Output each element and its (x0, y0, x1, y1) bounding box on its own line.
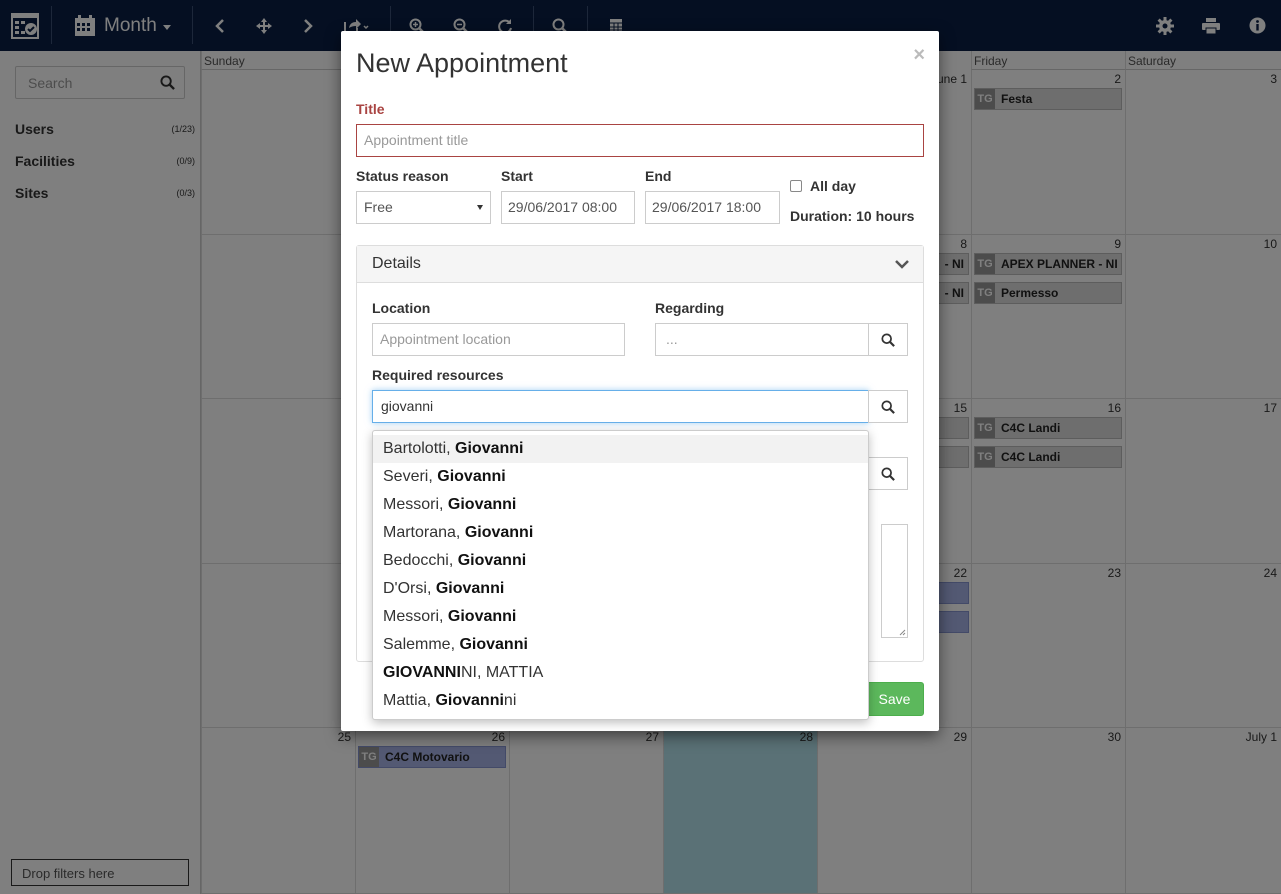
regarding-placeholder: ... (666, 331, 678, 347)
title-placeholder: Appointment title (364, 132, 469, 148)
autocomplete-option[interactable]: Severi, Giovanni (373, 463, 868, 491)
option-prefix: D'Orsi, (383, 580, 436, 597)
all-day-checkbox[interactable] (790, 180, 802, 192)
search-icon (881, 399, 895, 414)
search-icon (881, 466, 895, 481)
all-day-label: All day (810, 178, 856, 194)
option-match: Giovanni (435, 692, 504, 709)
search-icon (881, 332, 895, 347)
option-suffix: ni (503, 692, 517, 709)
duration-text: Duration: 10 hours (790, 208, 915, 224)
option-prefix: Martorana, (383, 524, 465, 541)
option-match: Giovanni (457, 552, 527, 569)
save-button[interactable]: Save (865, 682, 924, 716)
end-label: End (645, 168, 672, 184)
autocomplete-option[interactable]: Bartolotti, Giovanni (373, 435, 868, 463)
option-prefix: Messori, (383, 496, 448, 513)
option-match: Giovanni (464, 524, 534, 541)
option-match: GIOVANNI (383, 664, 461, 681)
optional-resources-search-button[interactable] (868, 457, 908, 490)
resources-search-button[interactable] (868, 390, 908, 423)
autocomplete-option[interactable]: Salemme, Giovanni (373, 631, 868, 659)
title-label: Title (356, 101, 385, 117)
title-input[interactable]: Appointment title (356, 124, 924, 157)
autocomplete-option[interactable]: Bedocchi, Giovanni (373, 547, 868, 575)
end-value: 29/06/2017 18:00 (652, 199, 761, 215)
option-match: Giovanni (447, 496, 517, 513)
autocomplete-option[interactable]: Martorana, Giovanni (373, 519, 868, 547)
required-resources-input[interactable]: giovanni (372, 390, 869, 423)
autocomplete-option[interactable]: Messori, Giovanni (373, 491, 868, 519)
dialog-title: New Appointment (356, 48, 568, 78)
option-match: Giovanni (459, 636, 528, 653)
option-suffix: NI, MATTIA (460, 664, 544, 681)
option-match: Giovanni (447, 608, 517, 625)
option-match: Giovanni (435, 580, 505, 597)
option-prefix: Bedocchi, (383, 552, 458, 569)
autocomplete-option[interactable]: GIOVANNINI, MATTIA (373, 659, 868, 687)
required-resources-label: Required resources (372, 367, 504, 383)
option-prefix: Messori, (383, 608, 448, 625)
resources-value: giovanni (381, 398, 434, 414)
chevron-down-icon[interactable] (895, 256, 909, 272)
option-match: Giovanni (437, 468, 506, 485)
option-match: Giovanni (455, 440, 524, 457)
autocomplete-option[interactable]: Mattia, Giovannini (373, 687, 868, 715)
regarding-search-button[interactable] (868, 323, 908, 356)
location-placeholder: Appointment location (380, 331, 511, 347)
option-prefix: Bartolotti, (383, 440, 456, 457)
option-prefix: Salemme, (383, 636, 460, 653)
details-label: Details (372, 255, 421, 272)
chevron-down-icon (477, 205, 483, 210)
location-input[interactable]: Appointment location (372, 323, 625, 356)
regarding-label: Regarding (655, 300, 725, 316)
option-prefix: Mattia, (383, 692, 436, 709)
status-value: Free (364, 199, 393, 215)
start-label: Start (501, 168, 533, 184)
resources-autocomplete: Bartolotti, Giovanni Severi, Giovanni Me… (372, 430, 869, 720)
autocomplete-option[interactable]: D'Orsi, Giovanni (373, 575, 868, 603)
regarding-input[interactable]: ... (655, 323, 869, 356)
start-input[interactable]: 29/06/2017 08:00 (501, 191, 635, 224)
close-icon[interactable]: × (913, 44, 925, 67)
option-prefix: Severi, (383, 468, 438, 485)
details-panel-header[interactable]: Details (357, 246, 923, 283)
description-textarea[interactable] (881, 524, 908, 638)
status-reason-select[interactable]: Free (356, 191, 491, 224)
start-value: 29/06/2017 08:00 (508, 199, 617, 215)
status-reason-label: Status reason (356, 168, 449, 184)
autocomplete-option[interactable]: Messori, Giovanni (373, 603, 868, 631)
end-input[interactable]: 29/06/2017 18:00 (645, 191, 780, 224)
location-label: Location (372, 300, 431, 316)
